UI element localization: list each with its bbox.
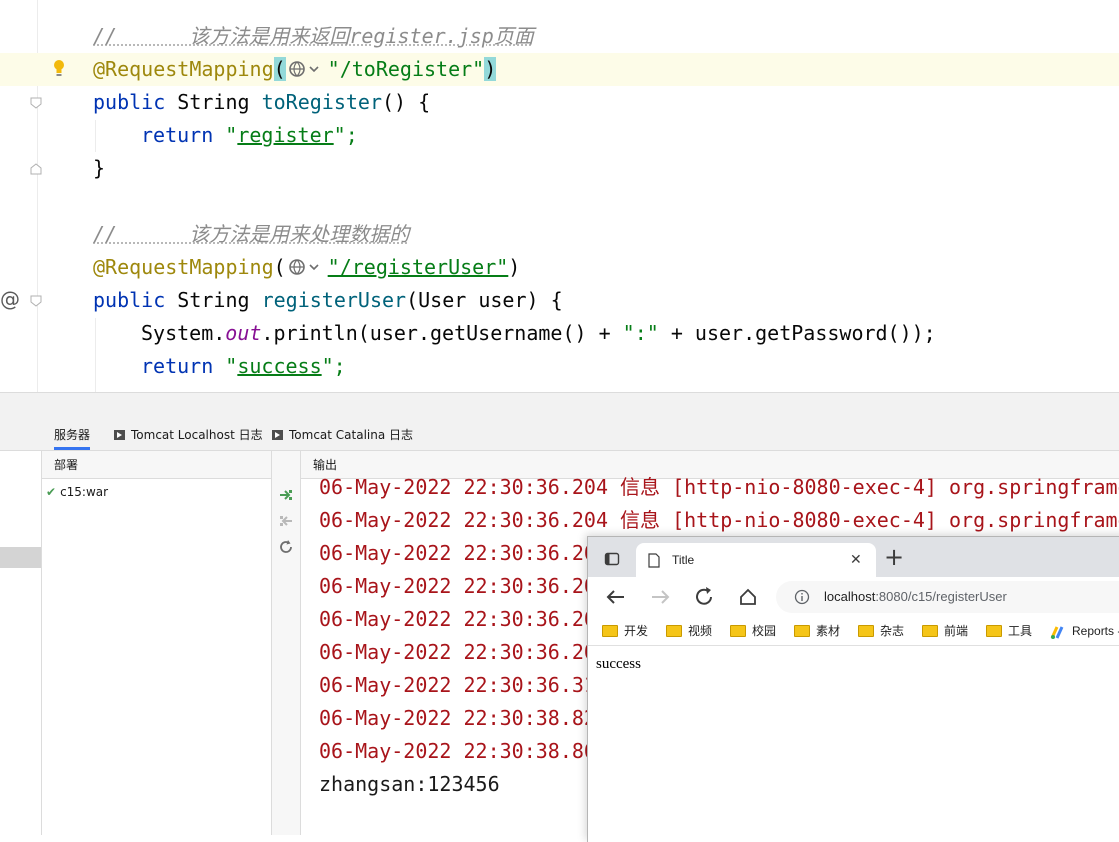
log-line: 06-May-2022 22:30:36.31 bbox=[319, 673, 596, 697]
code-line-annotation-1: @RequestMapping("/toRegister") bbox=[93, 57, 497, 81]
folder-icon bbox=[602, 624, 618, 637]
globe-icon[interactable] bbox=[286, 58, 328, 80]
url-text: localhost:8080/c15/registerUser bbox=[824, 589, 1007, 604]
log-line: 06-May-2022 22:30:36.20 bbox=[319, 541, 596, 565]
code-editor[interactable]: @ // 该方法是用来返回register.jsp页面 @RequestMapp… bbox=[0, 0, 1119, 392]
refresh-icon[interactable] bbox=[278, 539, 294, 555]
log-line: 06-May-2022 22:30:36.20 bbox=[319, 640, 596, 664]
log-line: 06-May-2022 22:30:38.82 bbox=[319, 706, 596, 730]
folder-icon bbox=[858, 624, 874, 637]
tab-title: Title bbox=[672, 553, 695, 567]
page-text: success bbox=[596, 656, 641, 672]
page-icon bbox=[648, 553, 660, 568]
log-line: 06-May-2022 22:30:36.20 bbox=[319, 574, 596, 598]
bookmark-folder[interactable]: 前端 bbox=[922, 617, 968, 645]
info-icon[interactable] bbox=[794, 589, 810, 605]
bookmark-folder[interactable]: 开发 bbox=[602, 617, 648, 645]
tab-tomcat-localhost-log[interactable]: Tomcat Localhost 日志 bbox=[114, 420, 263, 450]
bookmark-folder[interactable]: 视频 bbox=[666, 617, 712, 645]
browser-tab-strip: Title ✕ + bbox=[588, 537, 1119, 577]
bookmark-folder[interactable]: 杂志 bbox=[858, 617, 904, 645]
log-line: 06-May-2022 22:30:36.204 信息 [http-nio-80… bbox=[319, 475, 1119, 499]
globe-icon[interactable] bbox=[286, 256, 328, 278]
services-tree[interactable] bbox=[0, 451, 42, 835]
deployment-header: 部署 bbox=[42, 451, 271, 479]
fold-icon[interactable] bbox=[30, 163, 42, 175]
log-line: 06-May-2022 22:30:38.86 bbox=[319, 739, 596, 763]
lightbulb-icon[interactable] bbox=[52, 59, 66, 77]
code-line-println: System.out.println(user.getUsername() + … bbox=[141, 321, 936, 345]
deployment-pane: 部署 ✔ c15:war bbox=[42, 451, 272, 835]
bookmark-folder[interactable]: 素材 bbox=[794, 617, 840, 645]
code-line-return-1: return "register"; bbox=[141, 123, 358, 147]
reload-icon[interactable] bbox=[684, 577, 724, 617]
deployment-item[interactable]: ✔ c15:war bbox=[46, 483, 108, 501]
log-result-line: zhangsan:123456 bbox=[319, 772, 500, 796]
undeploy-icon[interactable] bbox=[278, 513, 294, 529]
tab-tomcat-catalina-log[interactable]: Tomcat Catalina 日志 bbox=[272, 420, 413, 450]
console-icon bbox=[114, 429, 125, 440]
folder-icon bbox=[922, 624, 938, 637]
analytics-icon bbox=[1050, 626, 1064, 639]
code-line-close-1: } bbox=[93, 156, 106, 180]
folder-icon bbox=[794, 624, 810, 637]
fold-icon[interactable] bbox=[30, 97, 42, 109]
code-line-method-2: public String registerUser(User user) { bbox=[93, 288, 563, 312]
code-line-annotation-2: @RequestMapping("/registerUser") bbox=[93, 255, 521, 279]
folder-icon bbox=[986, 624, 1002, 637]
log-line: 06-May-2022 22:30:36.204 信息 [http-nio-80… bbox=[319, 508, 1119, 532]
deploy-icon[interactable] bbox=[278, 487, 294, 503]
deployment-actions bbox=[272, 451, 301, 835]
console-icon bbox=[272, 429, 283, 440]
code-line-comment-1: // 该方法是用来返回register.jsp页面 bbox=[93, 24, 534, 48]
override-marker[interactable]: @ bbox=[0, 287, 20, 311]
bookmark-folder[interactable]: 校园 bbox=[730, 617, 776, 645]
log-line: 06-May-2022 22:30:36.20 bbox=[319, 607, 596, 631]
browser-window[interactable]: Title ✕ + localhost:8080/c15/registerUse… bbox=[587, 536, 1119, 842]
back-icon[interactable] bbox=[596, 577, 636, 617]
code-line-comment-2: // 该方法是用来处理数据的 bbox=[93, 222, 410, 246]
bookmark-reports[interactable]: Reports - bbox=[1050, 617, 1119, 645]
indent-guide bbox=[95, 120, 96, 152]
browser-tab[interactable]: Title ✕ bbox=[636, 543, 876, 577]
indent-guide bbox=[95, 318, 96, 392]
home-icon[interactable] bbox=[728, 577, 768, 617]
check-icon: ✔ bbox=[46, 485, 57, 499]
folder-icon bbox=[730, 624, 746, 637]
new-tab-icon[interactable]: + bbox=[884, 541, 904, 573]
panel-header-strip bbox=[0, 392, 1119, 421]
bookmarks-bar: 开发 视频 校园 素材 杂志 前端 工具 Reports - bbox=[588, 617, 1119, 646]
forward-icon[interactable] bbox=[640, 577, 680, 617]
bookmark-folder[interactable]: 工具 bbox=[986, 617, 1032, 645]
tab-actions-icon[interactable] bbox=[604, 551, 620, 567]
code-line-method-1: public String toRegister() { bbox=[93, 90, 431, 114]
panel-tab-bar: 服务器 Tomcat Localhost 日志 Tomcat Catalina … bbox=[0, 420, 1119, 451]
tab-server[interactable]: 服务器 bbox=[54, 420, 91, 450]
page-content: success bbox=[588, 646, 1119, 842]
close-icon[interactable]: ✕ bbox=[850, 543, 862, 577]
selected-tree-node[interactable] bbox=[0, 547, 41, 568]
fold-icon[interactable] bbox=[30, 295, 42, 307]
code-line-return-2: return "success"; bbox=[141, 354, 346, 378]
folder-icon bbox=[666, 624, 682, 637]
address-bar[interactable]: localhost:8080/c15/registerUser bbox=[776, 581, 1119, 613]
browser-toolbar: localhost:8080/c15/registerUser bbox=[588, 577, 1119, 617]
